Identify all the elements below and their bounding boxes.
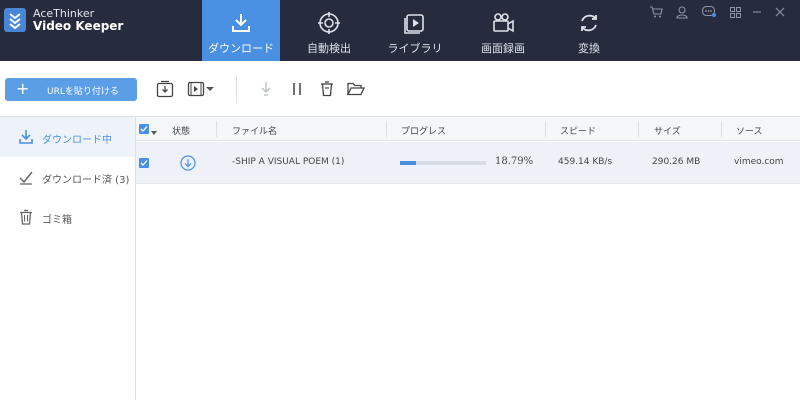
progress-percent: 18.79% xyxy=(495,156,534,167)
video-camera-icon xyxy=(491,10,515,36)
tab-label: ライブラリ xyxy=(387,42,443,55)
progress-bar-fill xyxy=(400,161,417,165)
column-divider xyxy=(721,121,722,137)
row-checkbox[interactable] xyxy=(139,158,149,168)
convert-icon xyxy=(577,10,601,36)
dropdown-arrow-icon[interactable] xyxy=(204,78,216,100)
column-divider xyxy=(216,121,217,137)
check-icon xyxy=(18,169,34,185)
tab-label: 変換 xyxy=(578,42,600,55)
app-name-product: Video Keeper xyxy=(33,19,124,33)
column-header-size[interactable]: サイズ xyxy=(654,124,681,137)
toolbar: + URLを貼り付ける xyxy=(0,61,800,117)
cart-icon[interactable] xyxy=(649,5,663,19)
column-divider xyxy=(386,121,387,137)
toolbar-divider xyxy=(236,75,237,103)
video-library-icon xyxy=(403,10,427,36)
tab-label: 画面録画 xyxy=(481,42,525,55)
tab-label: 自動検出 xyxy=(307,42,351,55)
tab-convert[interactable]: 変換 xyxy=(556,0,622,61)
menu-grid-icon[interactable] xyxy=(728,5,742,19)
plus-icon: + xyxy=(16,79,30,98)
delete-icon[interactable] xyxy=(316,78,338,100)
tab-screen-record[interactable]: 画面録画 xyxy=(470,0,536,61)
tab-label: ダウンロード xyxy=(208,42,274,55)
source-site: vimeo.com xyxy=(734,157,784,167)
download-icon xyxy=(229,10,253,36)
column-divider xyxy=(545,121,546,137)
paste-url-button[interactable]: + URLを貼り付ける xyxy=(5,78,137,101)
tab-download[interactable]: ダウンロード xyxy=(202,0,280,61)
column-header-speed[interactable]: スピード xyxy=(560,124,596,137)
close-icon[interactable] xyxy=(773,5,787,19)
table-header: 状態 ファイル名 プログレス スピード サイズ ソース xyxy=(136,117,800,141)
column-header-filename[interactable]: ファイル名 xyxy=(232,124,277,137)
sidebar: ダウンロード中 ダウンロード済 (3) ゴミ箱 xyxy=(0,117,136,400)
select-all-checkbox[interactable] xyxy=(139,124,149,134)
target-icon xyxy=(317,10,341,36)
column-header-status[interactable]: 状態 xyxy=(172,124,190,137)
column-divider xyxy=(638,121,639,137)
download-speed: 459.14 KB/s xyxy=(558,157,613,167)
column-header-source[interactable]: ソース xyxy=(736,124,763,137)
open-folder-icon[interactable] xyxy=(345,78,367,100)
progress-bar xyxy=(400,161,486,165)
tab-auto-detect[interactable]: 自動検出 xyxy=(296,0,362,61)
sidebar-item-label: ダウンロード済 (3) xyxy=(42,175,130,186)
column-header-progress[interactable]: プログレス xyxy=(401,124,446,137)
sidebar-item-label: ゴミ箱 xyxy=(42,215,72,226)
user-icon[interactable] xyxy=(675,5,689,19)
sidebar-item-downloading[interactable]: ダウンロード中 xyxy=(0,117,135,157)
paste-url-label: URLを貼り付ける xyxy=(47,87,119,97)
batch-download-icon[interactable] xyxy=(154,78,176,100)
sidebar-item-downloaded[interactable]: ダウンロード済 (3) xyxy=(0,157,135,197)
title-bar: AceThinker Video Keeper ダウンロード 自動検出 ライブラ… xyxy=(0,0,800,61)
sidebar-item-trash[interactable]: ゴミ箱 xyxy=(0,197,135,237)
file-name: -SHIP A VISUAL POEM (1) xyxy=(232,157,345,167)
downloading-icon xyxy=(180,155,196,174)
pause-icon[interactable] xyxy=(286,78,308,100)
start-download-icon[interactable] xyxy=(255,78,277,100)
chat-icon[interactable] xyxy=(702,5,716,19)
sidebar-item-label: ダウンロード中 xyxy=(42,135,112,146)
trash-icon xyxy=(18,209,34,225)
tab-library[interactable]: ライブラリ xyxy=(382,0,448,61)
table-row[interactable]: -SHIP A VISUAL POEM (1) 18.79% 459.14 KB… xyxy=(136,142,800,184)
app-logo xyxy=(4,8,26,32)
download-icon xyxy=(18,129,34,145)
minimize-icon[interactable] xyxy=(750,5,764,19)
file-size: 290.26 MB xyxy=(652,157,701,167)
select-dropdown-arrow-icon[interactable] xyxy=(151,127,157,138)
